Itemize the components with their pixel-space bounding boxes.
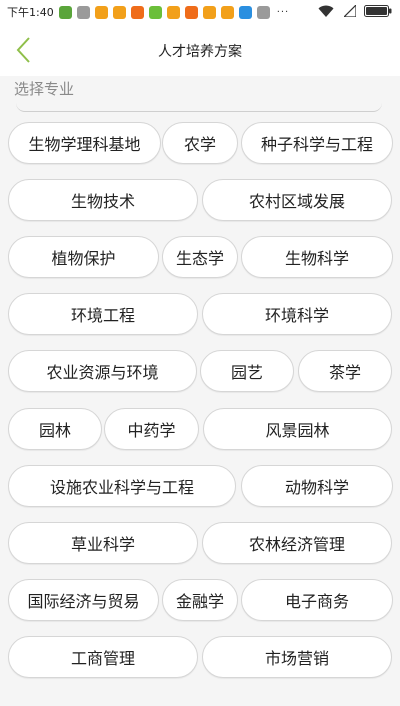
major-chip[interactable]: 国际经济与贸易 — [8, 579, 159, 621]
major-chip[interactable]: 电子商务 — [241, 579, 393, 621]
wifi-icon — [318, 5, 334, 17]
status-bar: 下午1:40 ··· — [0, 0, 400, 24]
section-label: 选择专业 — [14, 80, 75, 98]
major-row: 国际经济与贸易 金融学 电子商务 — [0, 579, 400, 623]
major-chip[interactable]: 茶学 — [298, 350, 392, 392]
major-chip[interactable]: 工商管理 — [8, 636, 198, 678]
major-row: 植物保护 生态学 生物科学 — [0, 236, 400, 280]
app-icon-6 — [148, 5, 162, 19]
major-row: 农业资源与环境 园艺 茶学 — [0, 350, 400, 394]
status-indicators — [318, 4, 392, 18]
major-chip[interactable]: 生态学 — [162, 236, 238, 278]
app-icon-10 — [220, 5, 234, 19]
app-icon-12 — [256, 5, 270, 19]
status-time: 下午1:40 — [7, 6, 54, 19]
major-chip[interactable]: 农林经济管理 — [202, 522, 392, 564]
app-icon-11 — [238, 5, 252, 19]
app-icon-5 — [130, 5, 144, 19]
major-chip[interactable]: 动物科学 — [241, 465, 393, 507]
major-chip[interactable]: 风景园林 — [203, 408, 392, 450]
major-chip[interactable]: 植物保护 — [8, 236, 159, 278]
major-row: 草业科学 农林经济管理 — [0, 522, 400, 566]
major-chip[interactable]: 种子科学与工程 — [241, 122, 393, 164]
major-chip[interactable]: 农村区域发展 — [202, 179, 392, 221]
signal-icon — [344, 5, 356, 17]
major-chip[interactable]: 生物学理科基地 — [8, 122, 161, 164]
major-row: 环境工程 环境科学 — [0, 293, 400, 337]
major-chip[interactable]: 农业资源与环境 — [8, 350, 197, 392]
app-icon-8 — [184, 5, 198, 19]
app-icon-7 — [166, 5, 180, 19]
major-chip[interactable]: 设施农业科学与工程 — [8, 465, 236, 507]
major-row: 园林 中药学 风景园林 — [0, 408, 400, 452]
major-chip[interactable]: 农学 — [162, 122, 238, 164]
major-chip[interactable]: 园艺 — [200, 350, 294, 392]
major-chip[interactable]: 金融学 — [162, 579, 238, 621]
major-row: 设施农业科学与工程 动物科学 — [0, 465, 400, 509]
major-chip[interactable]: 环境工程 — [8, 293, 198, 335]
app-icon-9 — [202, 5, 216, 19]
major-chip[interactable]: 生物科学 — [241, 236, 393, 278]
page-title: 人才培养方案 — [158, 44, 242, 60]
notification-icons — [58, 5, 275, 19]
major-chip[interactable]: 中药学 — [104, 408, 199, 450]
status-overflow-dots: ··· — [276, 6, 290, 18]
major-row: 生物技术 农村区域发展 — [0, 179, 400, 223]
list-bottom-edge — [0, 694, 400, 706]
major-chip[interactable]: 园林 — [8, 408, 102, 450]
major-chip[interactable]: 环境科学 — [202, 293, 392, 335]
major-chip[interactable]: 草业科学 — [8, 522, 198, 564]
section-divider — [16, 103, 382, 112]
app-icon-2 — [76, 5, 90, 19]
major-chip[interactable]: 市场营销 — [202, 636, 392, 678]
major-chip[interactable]: 生物技术 — [8, 179, 198, 221]
major-row: 工商管理 市场营销 — [0, 636, 400, 680]
app-icon-4 — [112, 5, 126, 19]
battery-icon — [364, 5, 392, 17]
app-header: 人才培养方案 — [0, 24, 400, 76]
major-row: 生物学理科基地 农学 种子科学与工程 — [0, 122, 400, 166]
app-icon-3 — [94, 5, 108, 19]
app-icon-1 — [58, 5, 72, 19]
